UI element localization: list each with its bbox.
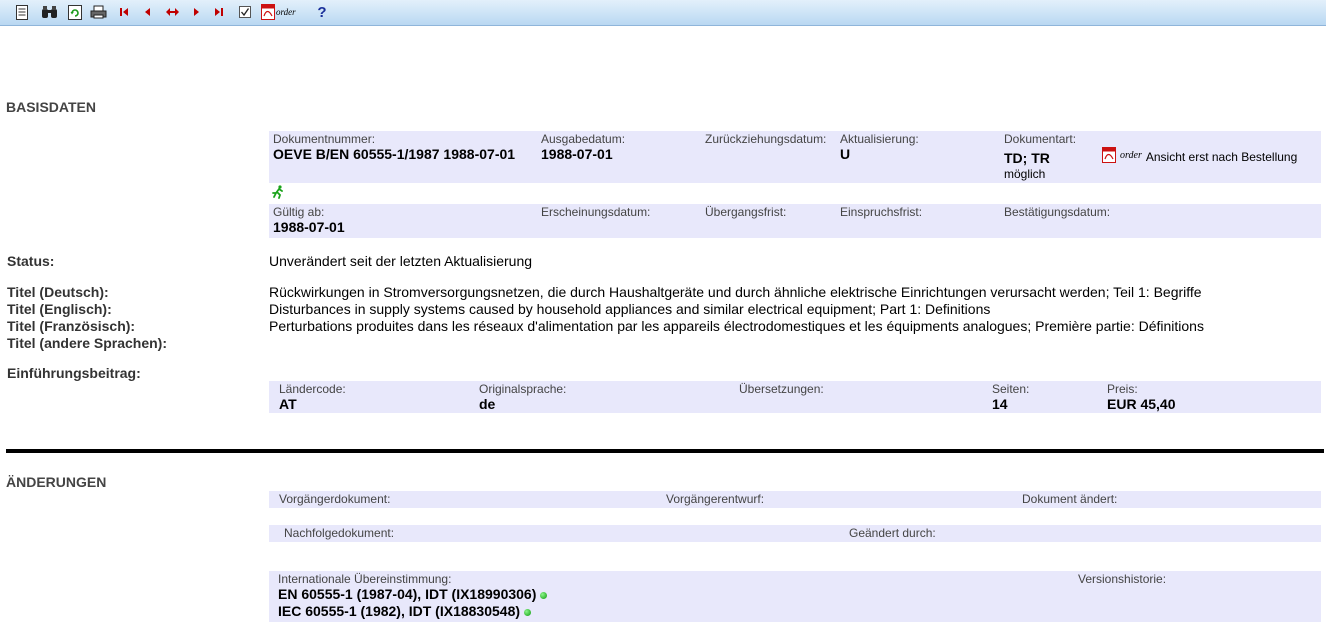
nachfolge-label: Nachfolgedokument: [284,526,395,540]
gueltig-label: Gültig ab: [273,205,325,219]
aktualisierung-label: Aktualisierung: [840,132,919,146]
dokument-aendert-label: Dokument ändert: [1022,492,1118,506]
vorgaengerentwurf-label: Vorgängerentwurf: [666,492,765,506]
pdf-icon [1102,147,1116,163]
international-item[interactable]: IEC 60555-1 (1982), IDT (IX18830548) [278,603,532,619]
first-record-icon[interactable] [118,4,130,20]
zurueckziehungsdatum-label: Zurückziehungsdatum: [705,132,827,146]
dokumentart-value: TD; TR [1004,150,1050,166]
seiten-value: 14 [992,396,1008,412]
einspruchsfrist-label: Einspruchsfrist: [840,205,923,219]
dokumentart-note: möglich [1004,167,1046,181]
help-label: ? [317,3,327,21]
dokumentart-label: Dokumentart: [1004,132,1077,146]
laendercode-label: Ländercode: [279,382,346,396]
section-title-aenderungen: ÄNDERUNGEN [6,474,107,490]
gueltig-value: 1988-07-01 [273,219,345,235]
uebersetzungen-label: Übersetzungen: [739,382,824,396]
versionshistorie-label: Versionshistorie: [1078,572,1167,586]
laendercode-value: AT [279,396,297,412]
originalsprache-value: de [479,396,496,412]
international-item-text[interactable]: EN 60555-1 (1987-04), IDT (IX18990306) [278,586,536,602]
preis-label: Preis: [1107,382,1138,396]
status-value: Unverändert seit der letzten Aktualisier… [269,253,533,269]
order-note: Ansicht erst nach Bestellung [1145,150,1298,164]
ausgabedatum-value: 1988-07-01 [541,146,613,162]
international-item-text[interactable]: IEC 60555-1 (1982), IDT (IX18830548) [278,603,520,619]
refresh-icon[interactable] [67,4,83,20]
international-item[interactable]: EN 60555-1 (1987-04), IDT (IX18990306) [278,586,548,602]
toolbar: order ? [0,0,1326,26]
order-label: order [1120,149,1142,161]
pdf-order-button[interactable]: order [261,4,317,20]
titel-de-label: Titel (Deutsch): [7,284,109,300]
order-view-link[interactable]: order Ansicht erst nach Bestellung [1102,146,1297,164]
dokumentnummer-value: OEVE B/EN 60555-1/1987 1988-07-01 [273,146,516,162]
international-label: Internationale Übereinstimmung: [278,572,452,586]
previous-record-icon[interactable] [142,4,154,20]
geaendert-label: Geändert durch: [849,526,936,540]
dokumentnummer-label: Dokumentnummer: [273,132,376,146]
originalsprache-label: Originalsprache: [479,382,567,396]
seiten-label: Seiten: [992,382,1030,396]
aenderungen-box-2 [269,525,1321,542]
section-divider [6,449,1324,453]
titel-other-label: Titel (andere Sprachen): [7,335,168,351]
pdf-icon [261,4,275,20]
erscheinungsdatum-label: Erscheinungsdatum: [541,205,651,219]
binoculars-search-icon[interactable] [40,4,58,20]
basisdaten-box-2 [269,204,1321,238]
titel-fr-label: Titel (Französisch): [7,318,136,334]
titel-fr-value: Perturbations produites dans les réseaux… [269,318,1204,334]
ausgabedatum-label: Ausgabedatum: [541,132,626,146]
titel-en-label: Titel (Englisch): [7,301,112,317]
titel-en-value: Disturbances in supply systems caused by… [269,301,991,317]
running-man-icon [271,185,285,204]
switch-icon[interactable] [164,4,180,20]
checkbox-icon[interactable] [238,4,252,20]
document-properties-icon[interactable] [14,4,30,20]
order-label: order [276,7,296,17]
green-status-dot-icon [540,591,548,599]
bestaetigungsdatum-label: Bestätigungsdatum: [1004,205,1111,219]
status-label: Status: [7,253,55,269]
uebergangsfrist-label: Übergangsfrist: [705,205,787,219]
green-status-dot-icon [524,608,532,616]
section-title-basisdaten: BASISDATEN [6,99,96,115]
titel-de-value: Rückwirkungen in Stromversorgungsnetzen,… [269,284,1202,300]
aenderungen-box-1 [269,491,1321,508]
print-icon[interactable] [90,4,107,20]
einfuehrung-label: Einführungsbeitrag: [7,365,141,381]
aktualisierung-value: U [840,146,851,162]
last-record-icon[interactable] [213,4,225,20]
preis-value: EUR 45,40 [1107,396,1176,412]
help-icon[interactable]: ? [316,3,328,21]
next-record-icon[interactable] [190,4,202,20]
vorgaenger-label: Vorgängerdokument: [279,492,391,506]
